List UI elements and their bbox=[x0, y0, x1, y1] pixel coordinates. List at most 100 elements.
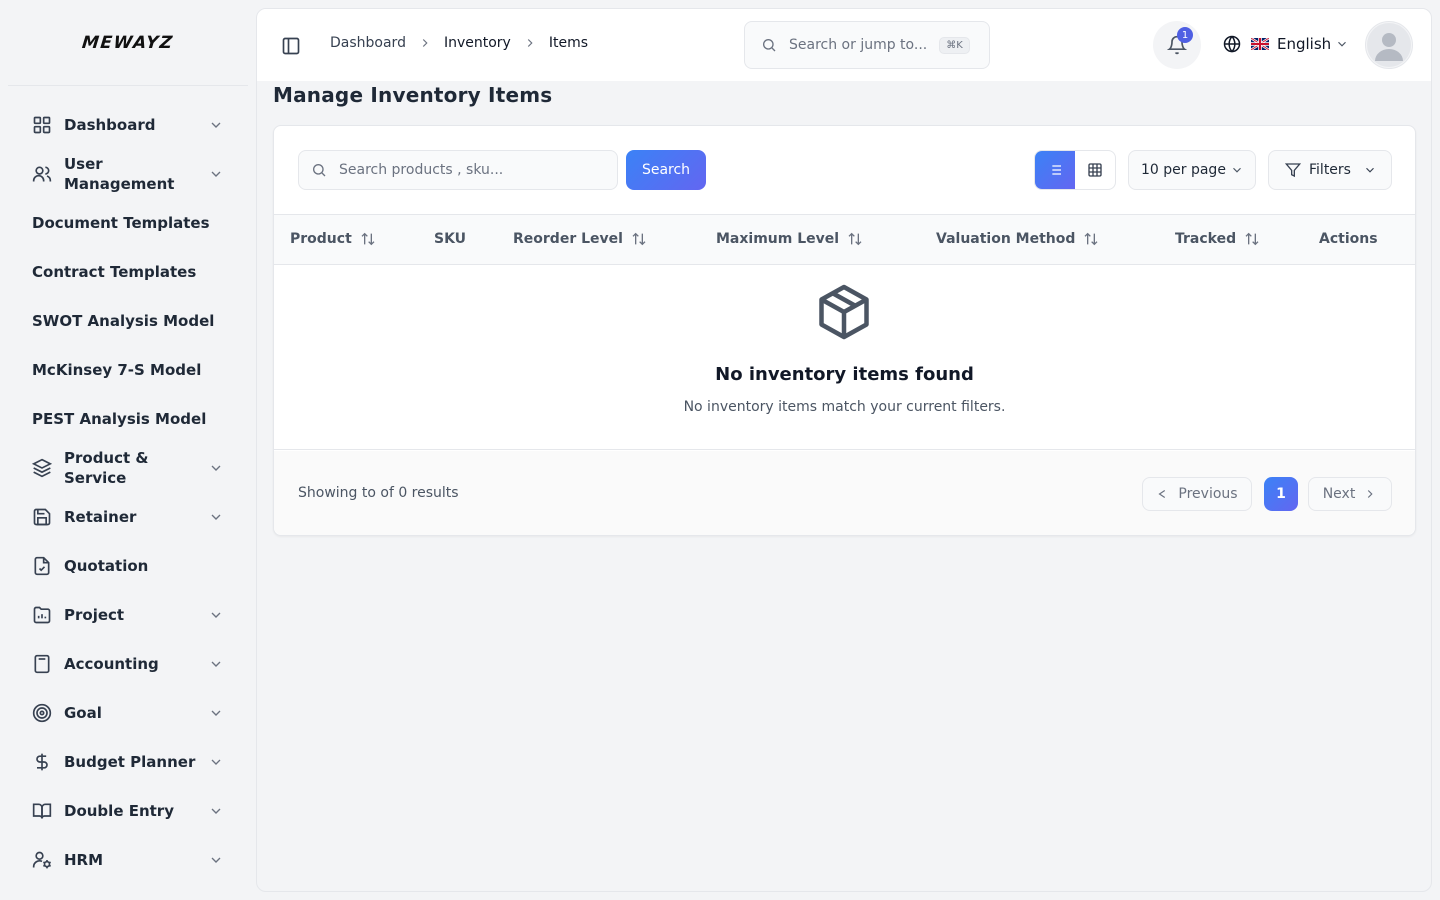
target-icon bbox=[32, 703, 52, 723]
sidebar-item-mckinsey-7s[interactable]: McKinsey 7-S Model bbox=[32, 360, 224, 380]
chevron-left-icon bbox=[1158, 490, 1166, 498]
sidebar-item-quotation[interactable]: Quotation bbox=[32, 556, 224, 576]
sidebar-item-budget-planner[interactable]: Budget Planner bbox=[32, 752, 224, 772]
chevron-down-icon bbox=[211, 808, 221, 814]
chevron-right-icon bbox=[1368, 490, 1373, 498]
sidebar-item-label: Product & Service bbox=[64, 449, 149, 487]
sidebar-toggle-icon[interactable] bbox=[281, 36, 301, 56]
column-tracked[interactable]: Tracked bbox=[1175, 231, 1260, 247]
column-maximum-level[interactable]: Maximum Level bbox=[716, 231, 863, 247]
sidebar-item-label: Document Templates bbox=[32, 214, 210, 232]
jump-search[interactable]: Search or jump to... ⌘K bbox=[744, 21, 990, 69]
book-open-icon bbox=[32, 801, 52, 821]
next-page-button[interactable]: Next bbox=[1308, 477, 1392, 511]
user-avatar-icon bbox=[1367, 23, 1411, 67]
top-bar: Dashboard Inventory Items Search or jump… bbox=[257, 9, 1431, 81]
inventory-card: Search 10 per page Filters Product S bbox=[273, 125, 1416, 536]
sidebar-item-label: Retainer bbox=[64, 508, 137, 526]
filter-icon bbox=[1285, 163, 1301, 178]
empty-state: No inventory items found No inventory it… bbox=[274, 266, 1415, 450]
column-product[interactable]: Product bbox=[290, 231, 376, 247]
sort-icon bbox=[632, 232, 646, 246]
main-panel: Dashboard Inventory Items Search or jump… bbox=[256, 8, 1432, 892]
sidebar-item-double-entry[interactable]: Double Entry bbox=[32, 801, 224, 821]
save-icon bbox=[32, 507, 52, 527]
chevron-right-icon bbox=[523, 36, 537, 50]
column-label: Maximum Level bbox=[716, 231, 840, 247]
chevron-down-icon bbox=[211, 465, 221, 471]
chevron-right-icon bbox=[418, 36, 432, 50]
search-icon bbox=[763, 39, 776, 52]
sidebar-item-contract-templates[interactable]: Contract Templates bbox=[32, 262, 224, 282]
sidebar-item-accounting[interactable]: Accounting bbox=[32, 654, 224, 674]
search-button[interactable]: Search bbox=[626, 150, 706, 190]
sidebar-item-goal[interactable]: Goal bbox=[32, 703, 224, 723]
per-page-select[interactable]: 10 per page bbox=[1128, 150, 1256, 190]
sidebar-item-project[interactable]: Project bbox=[32, 605, 224, 625]
notifications-button[interactable]: 1 bbox=[1153, 21, 1201, 69]
results-summary: Showing to of 0 results bbox=[298, 485, 459, 501]
column-reorder-level[interactable]: Reorder Level bbox=[513, 231, 647, 247]
users-icon bbox=[32, 164, 52, 184]
dollar-icon bbox=[32, 752, 52, 772]
sidebar-item-swot-analysis[interactable]: SWOT Analysis Model bbox=[32, 311, 224, 331]
column-valuation-method[interactable]: Valuation Method bbox=[936, 231, 1099, 247]
sidebar-item-label: Double Entry bbox=[64, 802, 174, 820]
sidebar-item-product-service[interactable]: Product & Service bbox=[32, 448, 224, 488]
sidebar-item-label: Goal bbox=[64, 704, 102, 722]
sidebar-item-document-templates[interactable]: Document Templates bbox=[32, 213, 224, 233]
globe-icon bbox=[1223, 35, 1241, 53]
next-label: Next bbox=[1322, 486, 1356, 502]
sidebar-item-user-management[interactable]: User Management bbox=[32, 154, 224, 194]
chevron-down-icon bbox=[211, 612, 221, 618]
chevron-down-icon bbox=[211, 710, 221, 716]
sidebar-item-label: PEST Analysis Model bbox=[32, 410, 207, 428]
breadcrumb-dashboard[interactable]: Dashboard bbox=[330, 35, 406, 51]
folder-chart-icon bbox=[32, 605, 52, 625]
chevron-down-icon bbox=[211, 759, 221, 765]
chevron-down-icon bbox=[1366, 167, 1374, 173]
uk-flag-icon bbox=[1251, 38, 1269, 50]
previous-label: Previous bbox=[1178, 486, 1238, 502]
breadcrumb-inventory[interactable]: Inventory bbox=[444, 35, 511, 51]
list-icon bbox=[1049, 165, 1061, 175]
sort-icon bbox=[848, 232, 862, 246]
breadcrumb: Dashboard Inventory Items bbox=[330, 35, 588, 51]
sidebar-item-label: Dashboard bbox=[64, 116, 156, 134]
sidebar-item-label: Quotation bbox=[64, 557, 149, 575]
avatar[interactable] bbox=[1365, 21, 1413, 69]
file-check-icon bbox=[32, 556, 52, 576]
list-view-button[interactable] bbox=[1035, 151, 1075, 189]
sidebar-item-hrm[interactable]: HRM bbox=[32, 850, 224, 870]
column-label: Tracked bbox=[1175, 231, 1237, 247]
sidebar-item-pest-analysis[interactable]: PEST Analysis Model bbox=[32, 409, 224, 429]
sidebar-item-label: Project bbox=[64, 606, 125, 624]
product-search-input[interactable] bbox=[339, 162, 599, 178]
chevron-down-icon bbox=[211, 857, 221, 863]
sidebar-item-retainer[interactable]: Retainer bbox=[32, 507, 224, 527]
per-page-value: 10 per page bbox=[1141, 162, 1226, 178]
sidebar-item-label: Contract Templates bbox=[32, 263, 197, 281]
previous-page-button[interactable]: Previous bbox=[1142, 477, 1252, 511]
sidebar-item-label: Accounting bbox=[64, 655, 159, 673]
column-label: SKU bbox=[434, 231, 467, 247]
notification-badge: 1 bbox=[1177, 27, 1193, 43]
filters-button[interactable]: Filters bbox=[1268, 150, 1392, 190]
product-search-box[interactable] bbox=[298, 150, 618, 190]
sidebar-item-dashboard[interactable]: Dashboard bbox=[32, 115, 224, 135]
language-selector[interactable]: English bbox=[1223, 35, 1349, 53]
sidebar-item-label: Budget Planner bbox=[64, 753, 196, 771]
sidebar-item-label: SWOT Analysis Model bbox=[32, 312, 215, 330]
column-label: Actions bbox=[1319, 231, 1378, 247]
jump-search-placeholder: Search or jump to... bbox=[789, 37, 928, 53]
search-icon bbox=[313, 164, 326, 177]
brand-logo[interactable]: MEWAYZ bbox=[81, 33, 175, 53]
grid-icon bbox=[1088, 163, 1102, 177]
chevron-down-icon bbox=[211, 122, 221, 128]
column-label: Reorder Level bbox=[513, 231, 623, 247]
grid-view-button[interactable] bbox=[1075, 151, 1115, 189]
column-sku: SKU bbox=[434, 231, 466, 247]
chevron-down-icon bbox=[211, 514, 221, 520]
page-number-current[interactable]: 1 bbox=[1264, 477, 1298, 511]
logo-area[interactable]: MEWAYZ bbox=[8, 0, 248, 86]
